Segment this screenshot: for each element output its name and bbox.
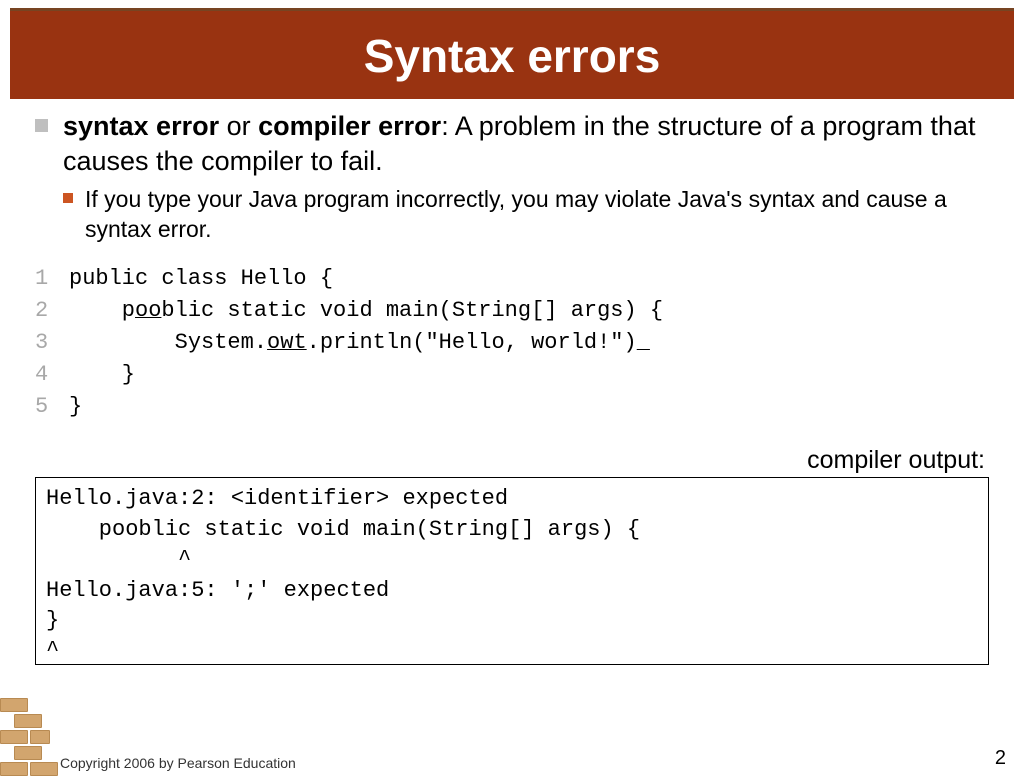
- error-underline: owt: [267, 330, 307, 355]
- line-number: 2: [35, 295, 69, 327]
- compiler-output-box: Hello.java:2: <identifier> expected poob…: [35, 477, 989, 665]
- compiler-output-label: compiler output:: [35, 446, 985, 475]
- bricks-decoration-icon: [0, 698, 58, 776]
- code-text: }: [69, 359, 135, 391]
- line-number: 3: [35, 327, 69, 359]
- slide-content: syntax error or compiler error: A proble…: [0, 99, 1024, 665]
- code-line-3: 3 System.owt.println("Hello, world!"): [35, 327, 989, 359]
- term-syntax-error: syntax error: [63, 111, 219, 141]
- slide-title: Syntax errors: [10, 29, 1014, 83]
- code-line-5: 5 }: [35, 391, 989, 423]
- term-compiler-error: compiler error: [258, 111, 441, 141]
- line-number: 5: [35, 391, 69, 423]
- code-example: 1 public class Hello { 2 pooblic static …: [35, 263, 989, 422]
- code-text: }: [69, 391, 82, 423]
- slide-number: 2: [995, 747, 1006, 770]
- code-line-4: 4 }: [35, 359, 989, 391]
- bullet-level1: syntax error or compiler error: A proble…: [35, 109, 989, 179]
- text-or: or: [219, 111, 258, 141]
- sub-bullet-text: If you type your Java program incorrectl…: [85, 185, 989, 245]
- code-text: pooblic static void main(String[] args) …: [69, 295, 663, 327]
- line-number: 1: [35, 263, 69, 295]
- code-text: System.owt.println("Hello, world!"): [69, 327, 650, 359]
- line-number: 4: [35, 359, 69, 391]
- code-line-2: 2 pooblic static void main(String[] args…: [35, 295, 989, 327]
- code-text: public class Hello {: [69, 263, 333, 295]
- error-underline: [637, 330, 650, 355]
- title-bar: Syntax errors: [10, 8, 1014, 99]
- sub-bullet-marker-icon: [63, 193, 73, 203]
- copyright-footer: Copyright 2006 by Pearson Education: [60, 755, 296, 771]
- bullet-level2: If you type your Java program incorrectl…: [35, 185, 989, 245]
- bullet-marker-icon: [35, 119, 48, 132]
- code-line-1: 1 public class Hello {: [35, 263, 989, 295]
- bullet-text-main: syntax error or compiler error: A proble…: [63, 109, 989, 179]
- error-underline: oo: [135, 298, 161, 323]
